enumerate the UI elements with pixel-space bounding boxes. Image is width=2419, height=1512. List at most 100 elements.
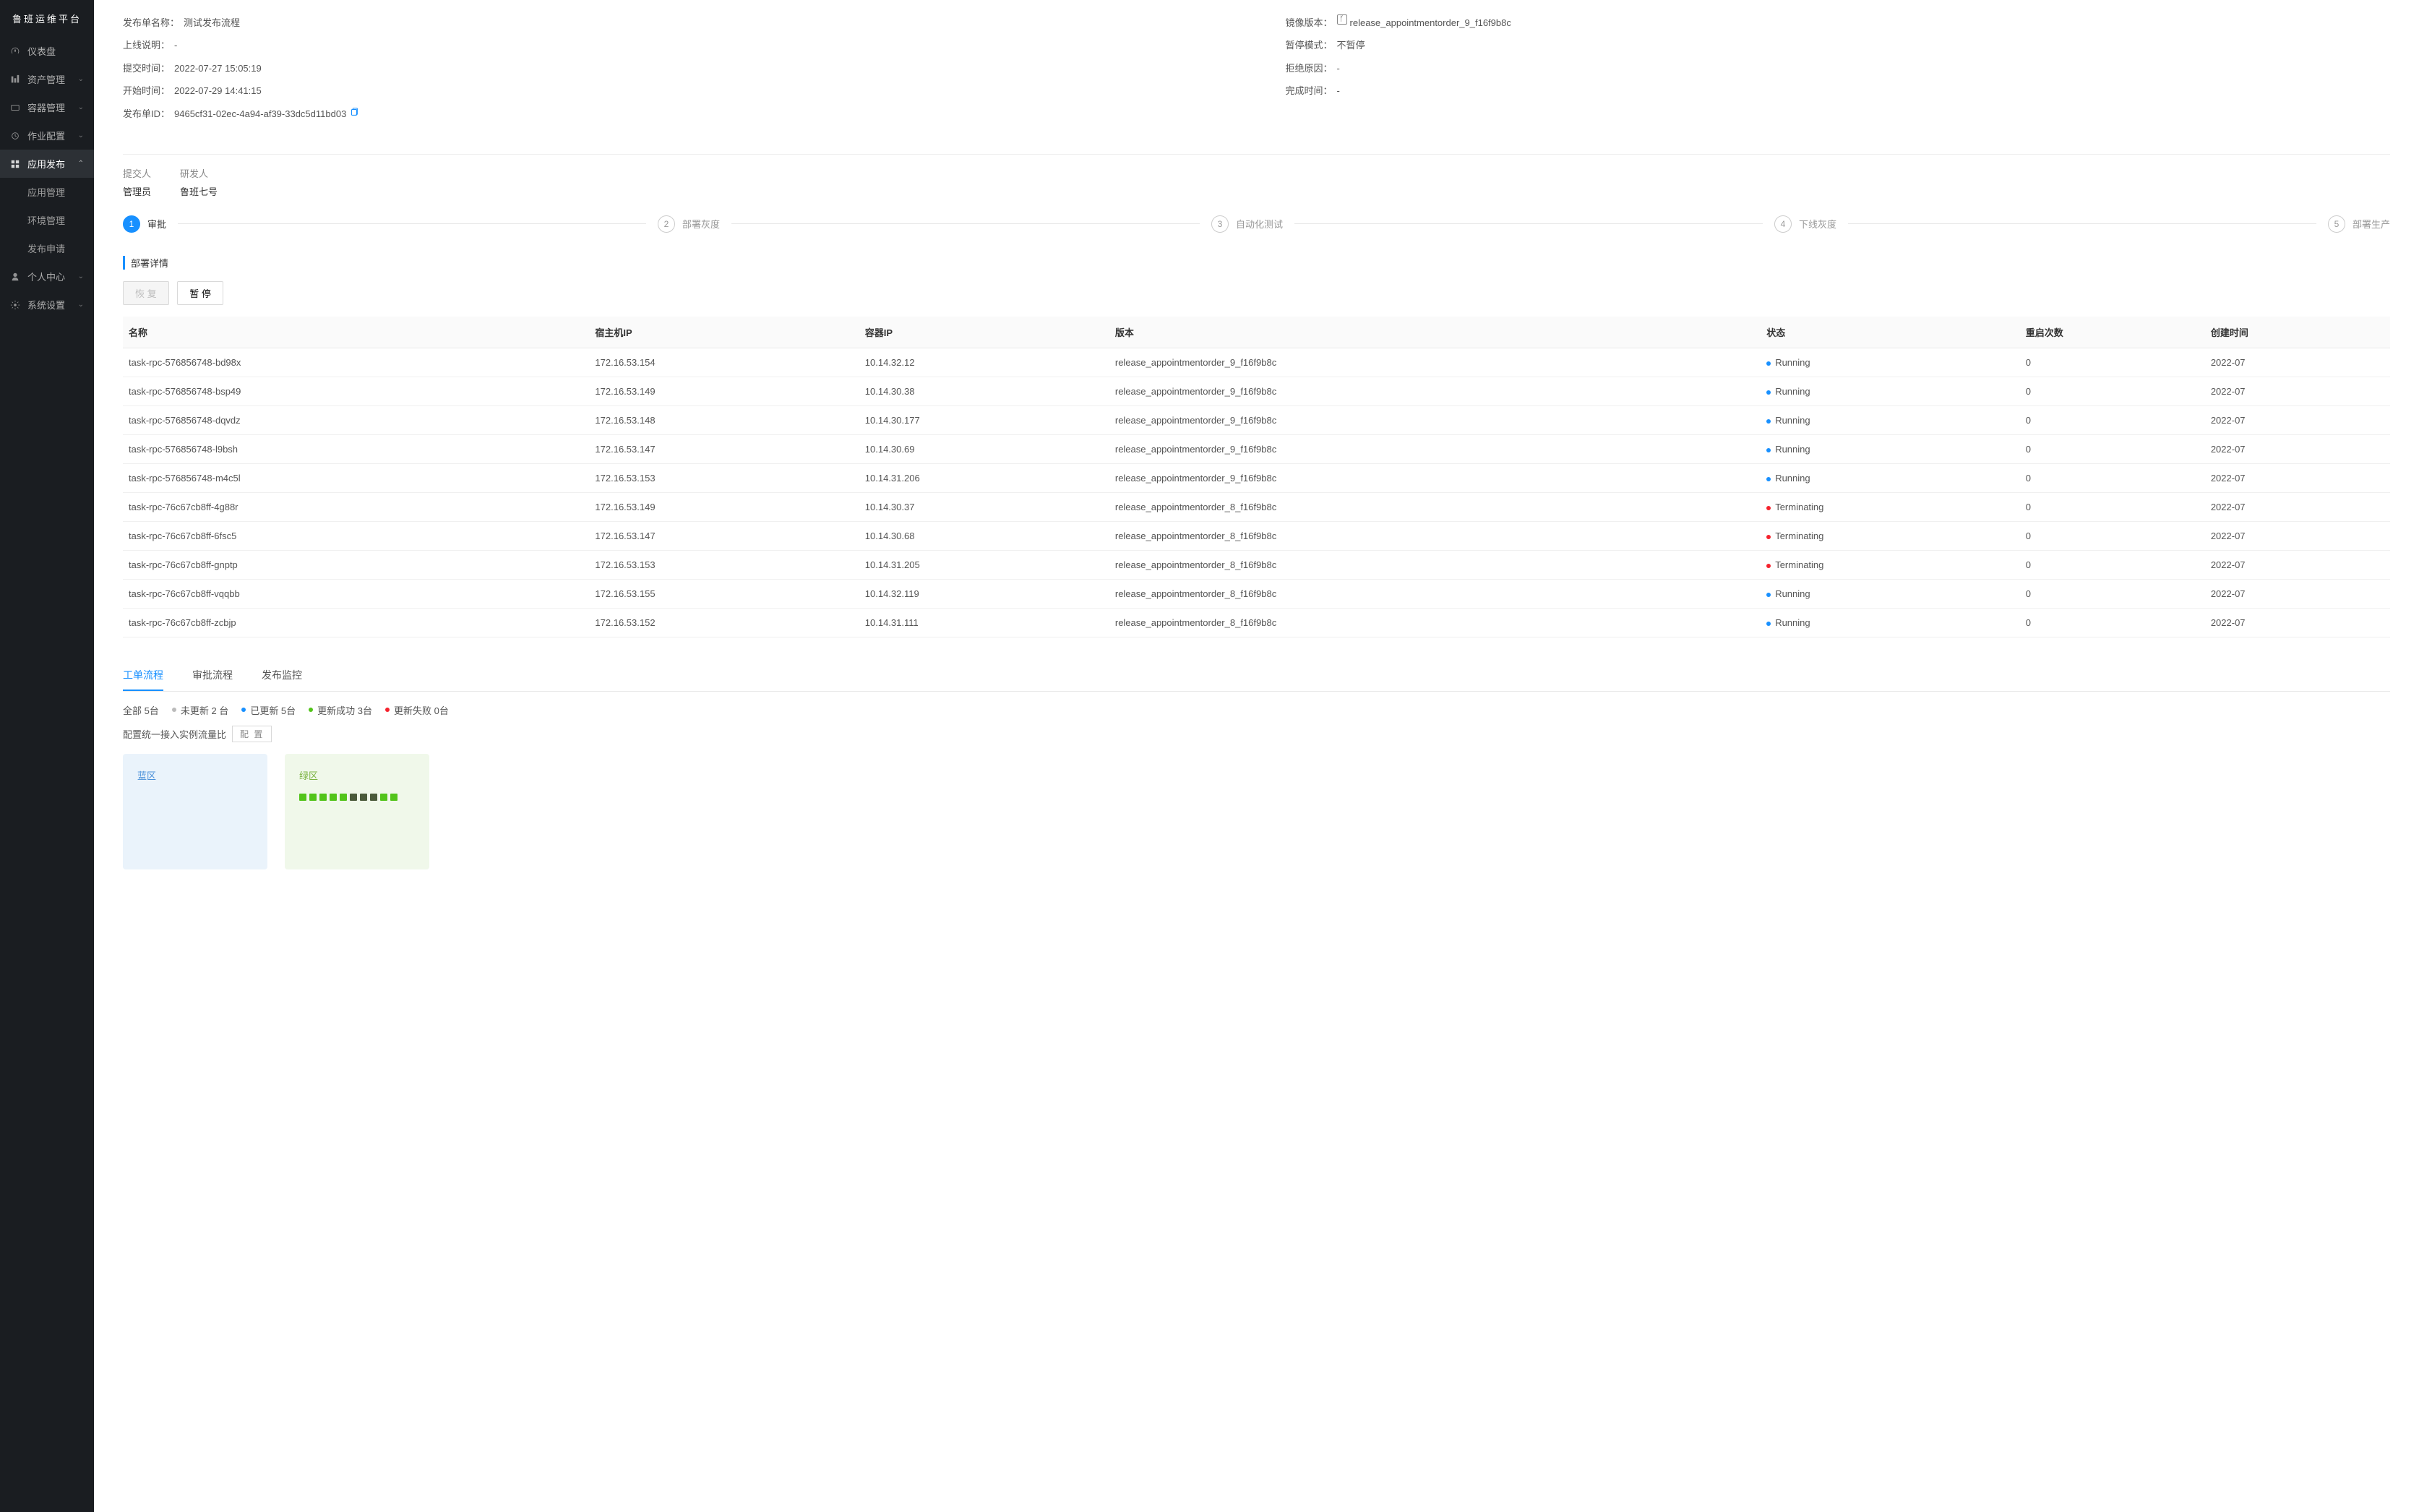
th-version: 版本 <box>1109 317 1761 348</box>
menu-user-center[interactable]: 个人中心 ⌄ <box>0 262 94 291</box>
cell-restarts: 0 <box>2020 377 2205 405</box>
blue-zone-card: 蓝区 <box>123 754 267 869</box>
submenu: 应用管理 环境管理 发布申请 <box>0 178 94 262</box>
step-line <box>1294 223 1763 224</box>
table-row[interactable]: task-rpc-76c67cb8ff-6fsc5 172.16.53.147 … <box>123 521 2390 550</box>
submenu-env-manage[interactable]: 环境管理 <box>0 206 94 234</box>
cell-container-ip: 10.14.30.68 <box>859 521 1109 550</box>
table-row[interactable]: task-rpc-76c67cb8ff-zcbjp 172.16.53.152 … <box>123 608 2390 637</box>
divider <box>123 154 2390 155</box>
zone-dot-icon <box>350 794 357 801</box>
zone-dot-icon <box>330 794 337 801</box>
chevron-down-icon: ⌄ <box>78 103 84 111</box>
menu-dashboard[interactable]: 仪表盘 <box>0 37 94 65</box>
copy-icon[interactable] <box>349 106 359 116</box>
zone-dot-icon <box>390 794 398 801</box>
menu-system-settings[interactable]: 系统设置 ⌄ <box>0 291 94 319</box>
cell-status: Running <box>1761 579 2020 608</box>
menu-app-release[interactable]: 应用发布 ⌃ <box>0 150 94 178</box>
cell-status: Running <box>1761 405 2020 434</box>
reject-reason-row: 拒绝原因： - <box>1286 60 2391 77</box>
zone-dot-icon <box>380 794 387 801</box>
user-icon <box>10 272 20 282</box>
cell-restarts: 0 <box>2020 348 2205 377</box>
cell-created: 2022-07 <box>2205 405 2390 434</box>
cell-version: release_appointmentorder_8_f16f9b8c <box>1109 550 1761 579</box>
sidebar-menu: 仪表盘 资产管理 ⌄ 容器管理 ⌄ 作业配置 <box>0 37 94 319</box>
cell-version: release_appointmentorder_9_f16f9b8c <box>1109 377 1761 405</box>
stat-success: 更新成功 3台 <box>309 703 372 717</box>
table-row[interactable]: task-rpc-576856748-dqvdz 172.16.53.148 1… <box>123 405 2390 434</box>
config-button[interactable]: 配 置 <box>232 726 272 742</box>
table-row[interactable]: task-rpc-76c67cb8ff-gnptp 172.16.53.153 … <box>123 550 2390 579</box>
table-row[interactable]: task-rpc-576856748-l9bsh 172.16.53.147 1… <box>123 434 2390 463</box>
dot-red-icon <box>385 708 390 712</box>
complete-time-row: 完成时间： - <box>1286 82 2391 99</box>
green-zone-title: 绿区 <box>299 768 415 782</box>
menu-asset[interactable]: 资产管理 ⌄ <box>0 65 94 93</box>
cell-container-ip: 10.14.31.205 <box>859 550 1109 579</box>
stat-not-updated-label: 未更新 2 台 <box>181 703 228 717</box>
status-dot-icon <box>1766 506 1771 510</box>
cell-created: 2022-07 <box>2205 377 2390 405</box>
step-line <box>178 223 646 224</box>
step-circle: 2 <box>658 215 675 233</box>
tab-approval-flow[interactable]: 审批流程 <box>192 661 233 691</box>
bars-icon <box>10 74 20 85</box>
table-row[interactable]: task-rpc-576856748-m4c5l 172.16.53.153 1… <box>123 463 2390 492</box>
tab-workflow[interactable]: 工单流程 <box>123 661 163 691</box>
cell-status: Terminating <box>1761 492 2020 521</box>
step-deploy-gray[interactable]: 2 部署灰度 <box>658 215 720 233</box>
th-name: 名称 <box>123 317 589 348</box>
table-row[interactable]: task-rpc-76c67cb8ff-vqqbb 172.16.53.155 … <box>123 579 2390 608</box>
pods-table: 名称 宿主机IP 容器IP 版本 状态 重启次数 创建时间 task-rpc-5… <box>123 317 2390 637</box>
submenu-app-manage[interactable]: 应用管理 <box>0 178 94 206</box>
step-offline-gray[interactable]: 4 下线灰度 <box>1774 215 1836 233</box>
step-label: 部署生产 <box>2353 217 2390 231</box>
pause-button[interactable]: 暂 停 <box>177 281 223 305</box>
status-dot-icon <box>1766 448 1771 452</box>
cell-container-ip: 10.14.31.206 <box>859 463 1109 492</box>
menu-label: 资产管理 <box>27 72 78 86</box>
cell-restarts: 0 <box>2020 608 2205 637</box>
cell-created: 2022-07 <box>2205 463 2390 492</box>
stat-total: 全部 5台 <box>123 703 159 717</box>
th-container-ip: 容器IP <box>859 317 1109 348</box>
table-row[interactable]: task-rpc-76c67cb8ff-4g88r 172.16.53.149 … <box>123 492 2390 521</box>
cell-host-ip: 172.16.53.147 <box>589 521 859 550</box>
zones: 蓝区 绿区 <box>123 754 2390 869</box>
release-name-row: 发布单名称： 测试发布流程 <box>123 14 1228 31</box>
menu-container[interactable]: 容器管理 ⌄ <box>0 93 94 121</box>
cell-created: 2022-07 <box>2205 521 2390 550</box>
step-approval[interactable]: 1 审批 <box>123 215 166 233</box>
cell-version: release_appointmentorder_8_f16f9b8c <box>1109 608 1761 637</box>
chevron-down-icon: ⌄ <box>78 301 84 309</box>
cell-restarts: 0 <box>2020 405 2205 434</box>
step-deploy-prod[interactable]: 5 部署生产 <box>2328 215 2390 233</box>
start-time-value: 2022-07-29 14:41:15 <box>174 82 262 99</box>
menu-job[interactable]: 作业配置 ⌄ <box>0 121 94 150</box>
submenu-release-apply[interactable]: 发布申请 <box>0 234 94 262</box>
action-buttons: 恢 复 暂 停 <box>123 281 2390 305</box>
release-name-label: 发布单名称： <box>123 14 179 31</box>
cell-container-ip: 10.14.31.111 <box>859 608 1109 637</box>
submit-time-value: 2022-07-27 15:05:19 <box>174 60 262 77</box>
step-auto-test[interactable]: 3 自动化测试 <box>1211 215 1283 233</box>
tab-release-monitor[interactable]: 发布监控 <box>262 661 302 691</box>
people-row: 提交人 管理员 研发人 鲁班七号 <box>123 166 2390 198</box>
status-dot-icon <box>1766 564 1771 568</box>
stat-updated-label: 已更新 5台 <box>250 703 296 717</box>
menu-label: 应用发布 <box>27 157 78 171</box>
cell-version: release_appointmentorder_9_f16f9b8c <box>1109 434 1761 463</box>
table-row[interactable]: task-rpc-576856748-bsp49 172.16.53.149 1… <box>123 377 2390 405</box>
menu-label: 个人中心 <box>27 270 78 283</box>
table-row[interactable]: task-rpc-576856748-bd98x 172.16.53.154 1… <box>123 348 2390 377</box>
zone-dot-icon <box>319 794 327 801</box>
release-id-label: 发布单ID： <box>123 106 170 122</box>
pause-mode-value: 不暂停 <box>1337 37 1365 53</box>
step-label: 下线灰度 <box>1799 217 1836 231</box>
cell-version: release_appointmentorder_8_f16f9b8c <box>1109 521 1761 550</box>
cell-created: 2022-07 <box>2205 608 2390 637</box>
complete-time-value: - <box>1337 82 1340 99</box>
submit-time-row: 提交时间： 2022-07-27 15:05:19 <box>123 60 1228 77</box>
